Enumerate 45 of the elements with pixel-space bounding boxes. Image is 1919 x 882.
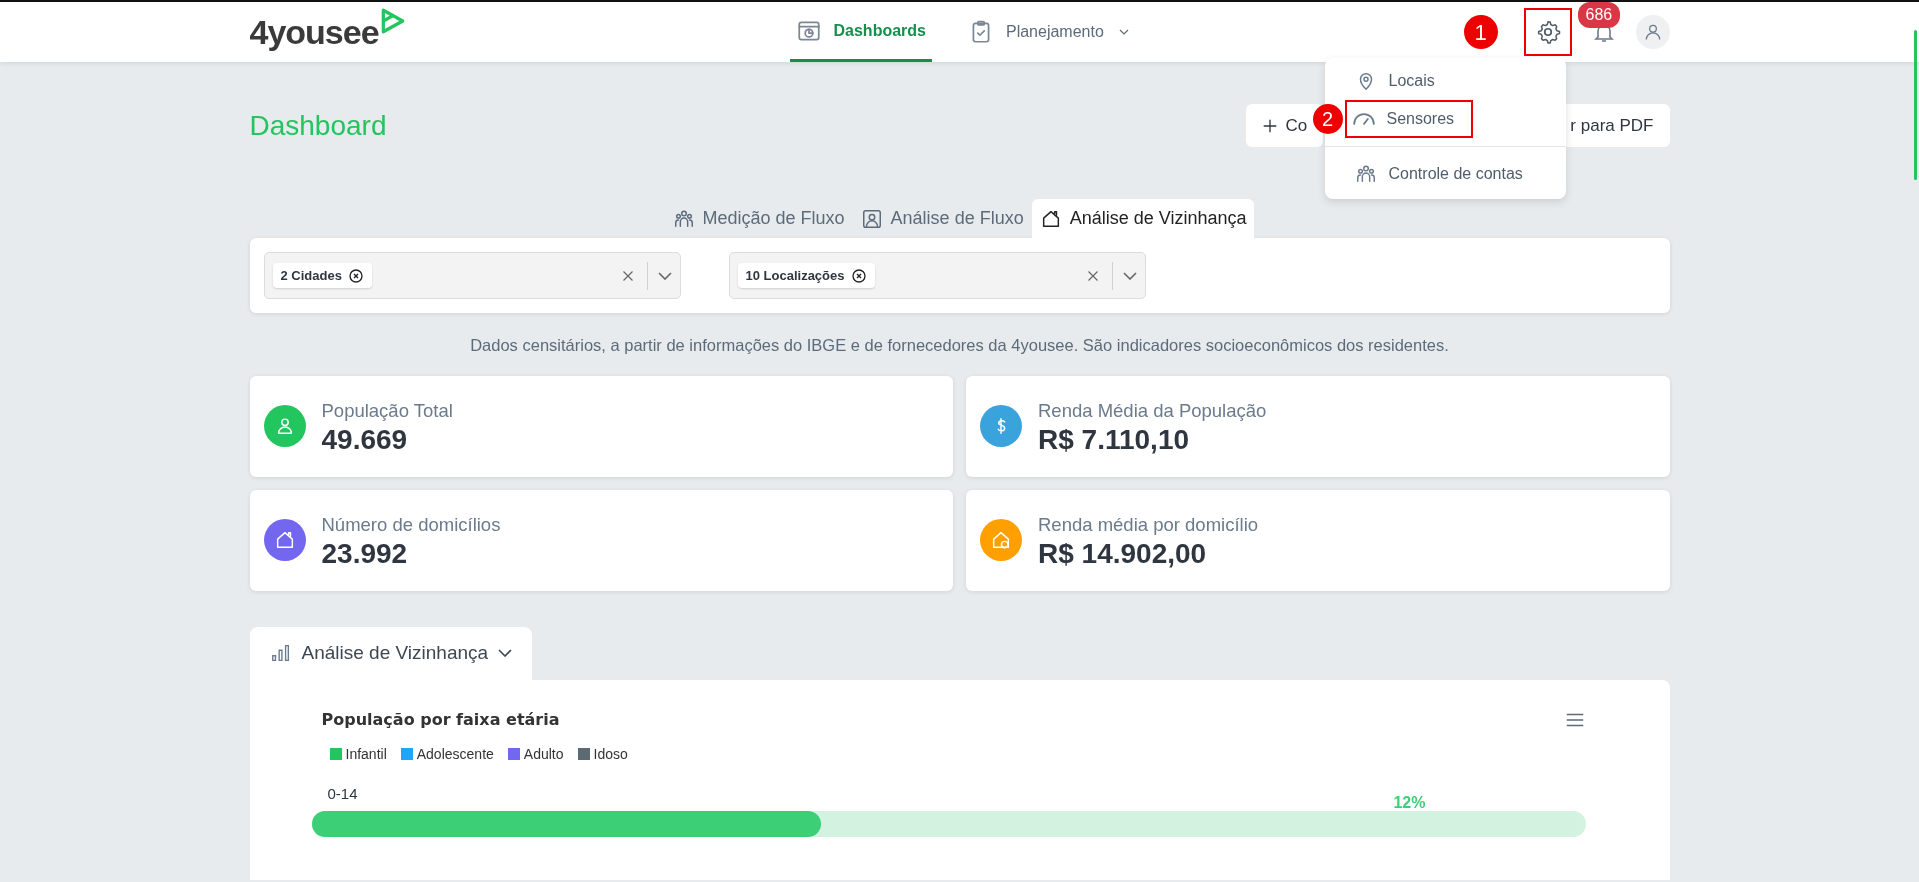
stat-label: População Total xyxy=(321,398,453,423)
chevron-down-icon xyxy=(498,649,513,658)
logo-text: 4yousee xyxy=(249,11,379,53)
stat-value: R$ 7.110,10 xyxy=(1038,424,1191,456)
chevron-down-icon xyxy=(1122,271,1137,280)
multi-select[interactable]: 2 Cidades xyxy=(263,252,681,299)
stat-label: Renda média por domicílio xyxy=(1038,512,1259,537)
tab[interactable]: Medição de Fluxo xyxy=(664,199,853,238)
step-marker: 1 xyxy=(1463,15,1498,49)
stat-value: R$ 14.902,00 xyxy=(1038,538,1208,570)
stat-value: 23.992 xyxy=(321,538,409,570)
legend-item[interactable]: Idoso xyxy=(577,743,628,765)
gauge-icon xyxy=(1352,113,1375,125)
filter-chip[interactable]: 10 Localizações xyxy=(737,262,875,289)
person-frame-icon xyxy=(860,207,883,230)
chevron-down-icon xyxy=(657,271,672,280)
avatar[interactable] xyxy=(1635,15,1670,49)
description-text: Dados censitários, a partir de informações do IBGE e de fornecedores da 4yousee. São indicadores socioeconômicos dos residentes. xyxy=(469,335,1450,356)
legend-item[interactable]: Adolescente xyxy=(400,743,494,765)
remove-icon xyxy=(850,267,867,284)
multi-select[interactable]: 10 Localizações xyxy=(728,252,1146,299)
section-tab[interactable]: Análise de Vizinhança xyxy=(249,626,533,680)
tab[interactable]: Análise de Fluxo xyxy=(852,199,1032,238)
stat-label: Renda Média da População xyxy=(1038,398,1267,423)
action-button[interactable]: Co xyxy=(1245,104,1324,147)
menu-item[interactable]: Controle de contas xyxy=(1324,155,1566,193)
remove-icon xyxy=(347,267,364,284)
bar-label: 0-14 xyxy=(327,783,358,804)
tab[interactable]: Análise de Vizinhança xyxy=(1031,199,1255,238)
menu-item[interactable]: Sensores xyxy=(1344,100,1473,138)
settings-button[interactable] xyxy=(1523,8,1572,56)
filter-chip[interactable]: 2 Cidades xyxy=(272,262,372,289)
bar-value: 12% xyxy=(1393,792,1426,813)
stat-label: Número de domicílios xyxy=(321,512,501,537)
chart-title: População por faixa etária xyxy=(321,708,560,731)
scrollbar-thumb[interactable] xyxy=(1914,30,1917,180)
people-icon xyxy=(1354,163,1377,185)
nav-tab[interactable]: Planejamento xyxy=(961,2,1138,62)
notification-badge: 686 xyxy=(1577,2,1621,28)
legend-item[interactable]: Infantil xyxy=(329,743,387,765)
stat-value: 49.669 xyxy=(321,424,409,456)
menu-item[interactable]: Locais xyxy=(1324,62,1566,100)
page-title: Dashboard xyxy=(249,108,387,143)
legend-item[interactable]: Adulto xyxy=(507,743,564,765)
nav-tab[interactable]: Dashboards xyxy=(789,2,932,62)
